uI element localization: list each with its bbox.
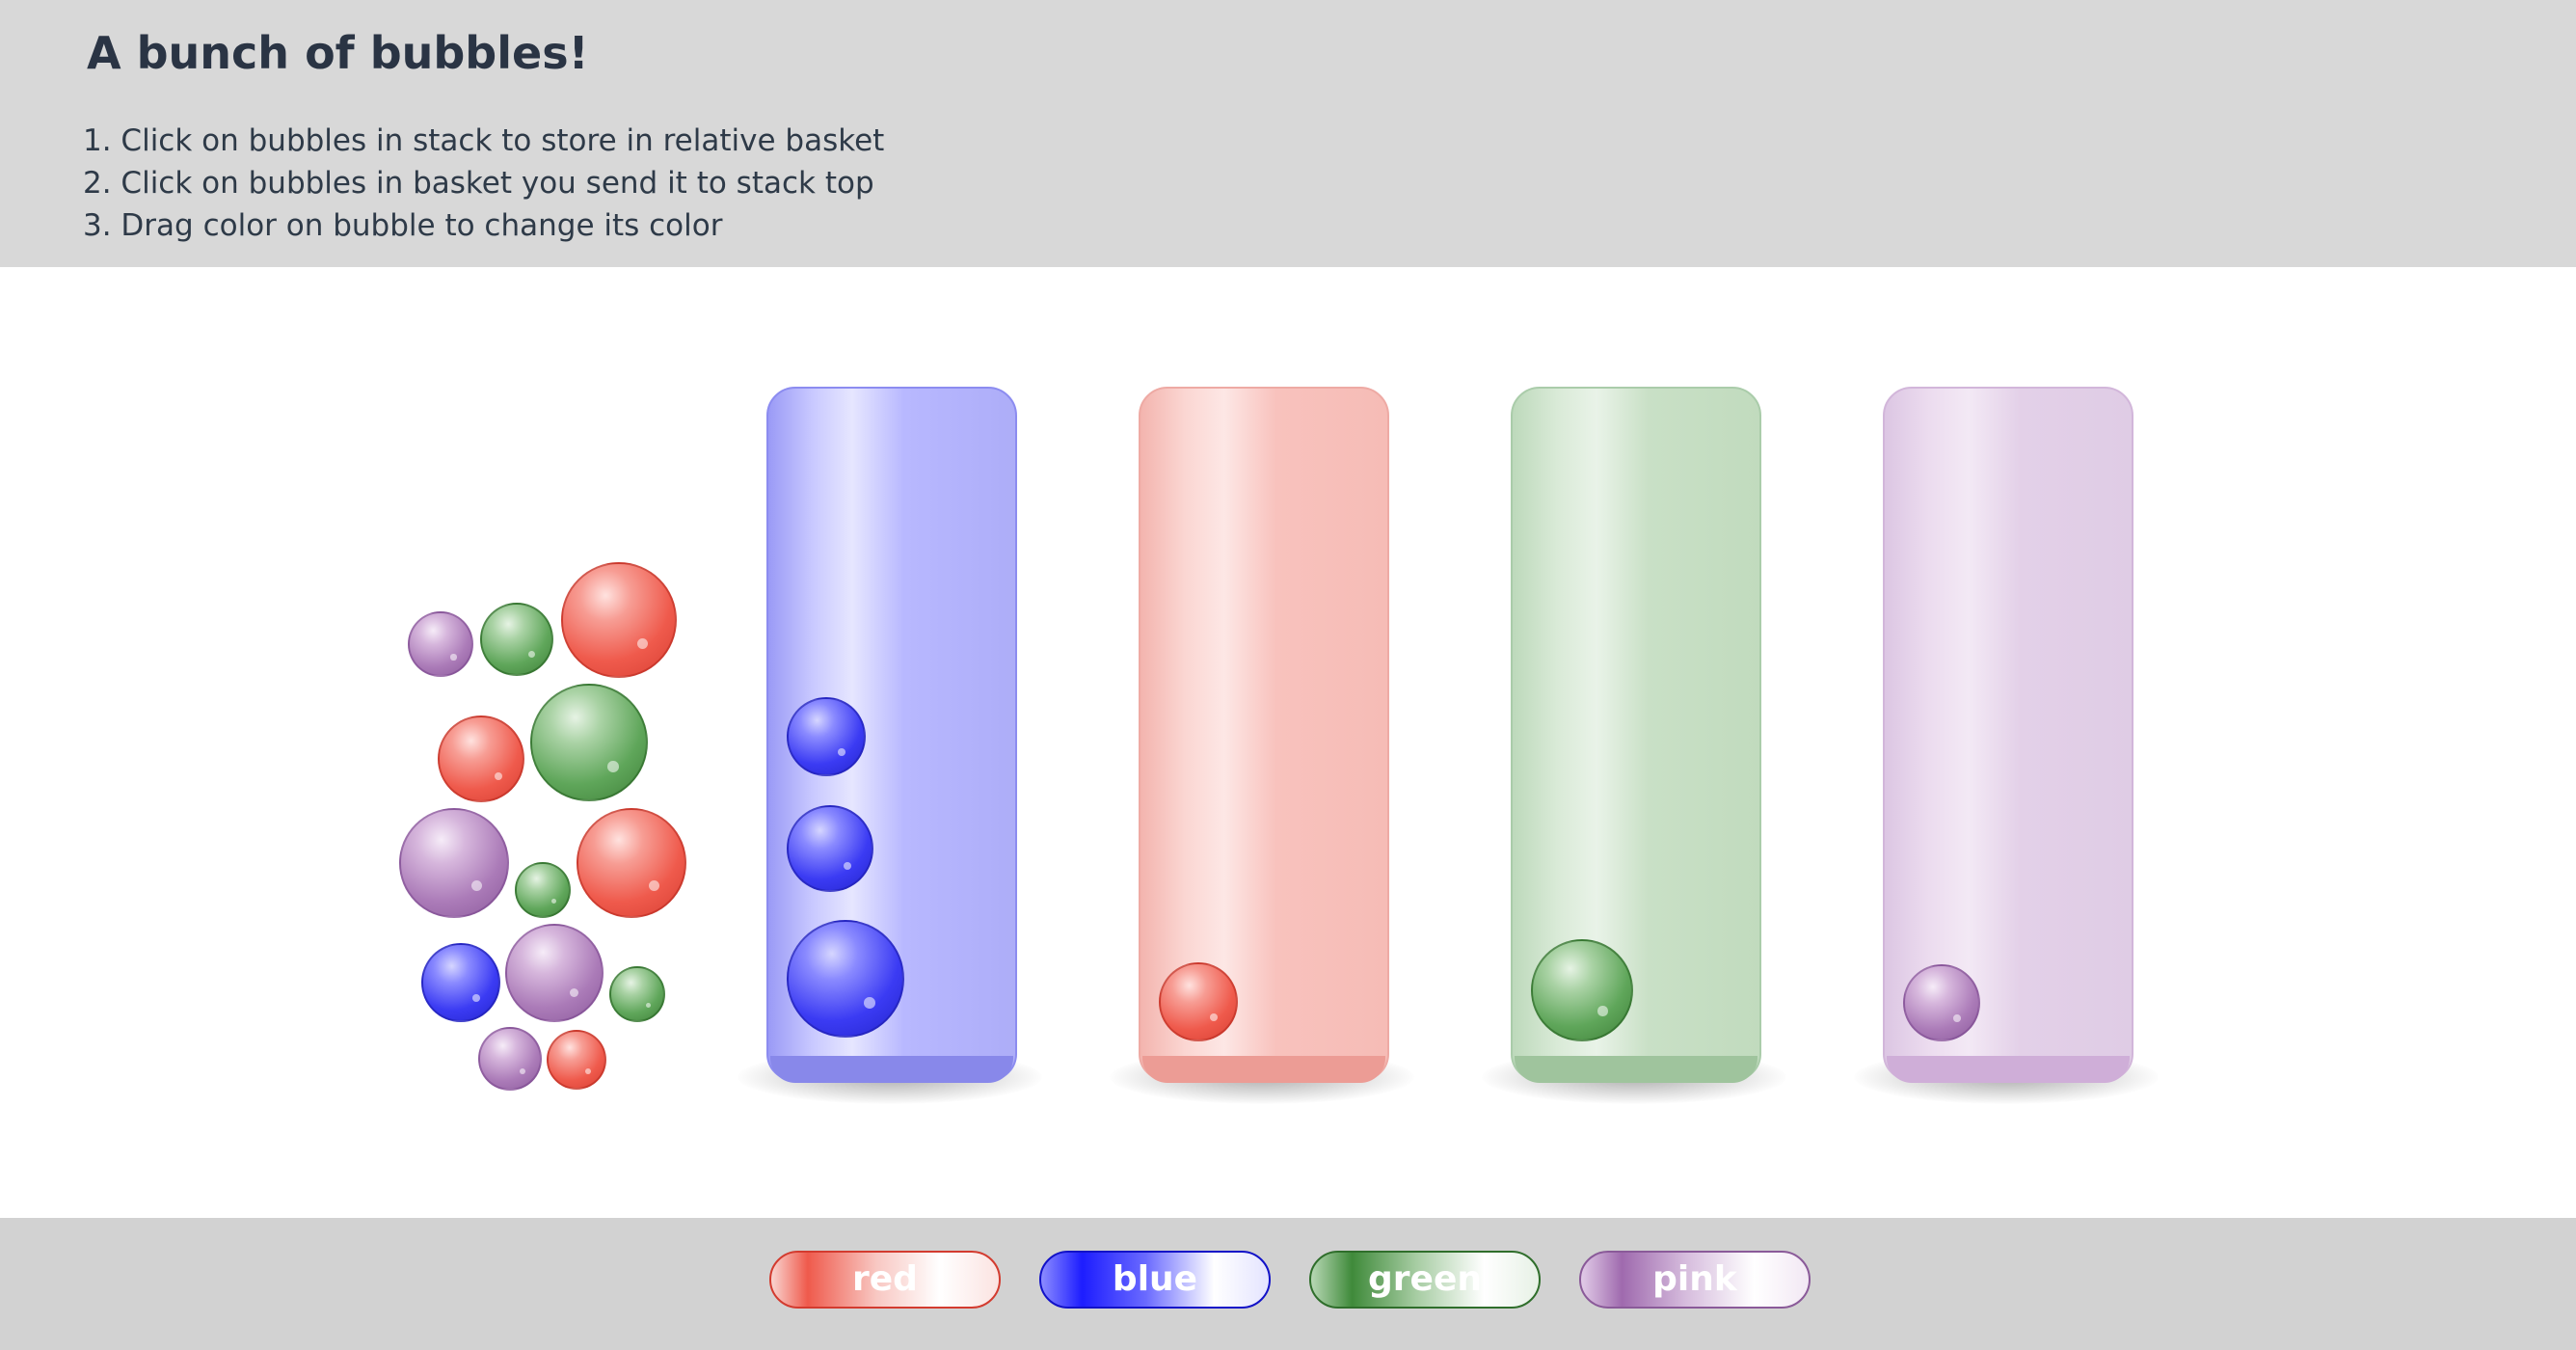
instruction-item: 1. Click on bubbles in stack to store in… xyxy=(83,123,885,158)
color-swatch-red[interactable]: red xyxy=(769,1251,1001,1309)
basket-bubble-green[interactable] xyxy=(1531,939,1633,1041)
header: A bunch of bubbles! 1. Click on bubbles … xyxy=(0,0,2576,267)
basket-base xyxy=(770,1056,1013,1083)
stack-bubble-red[interactable] xyxy=(547,1030,606,1090)
stack-bubble-blue[interactable] xyxy=(421,943,500,1022)
stack-bubble-red[interactable] xyxy=(438,716,524,802)
basket-bubble-blue[interactable] xyxy=(787,920,904,1038)
stack-bubble-pink[interactable] xyxy=(505,924,604,1022)
basket-bubble-pink[interactable] xyxy=(1903,964,1980,1041)
basket-bubble-red[interactable] xyxy=(1159,962,1238,1041)
basket-pink[interactable] xyxy=(1883,387,2133,1083)
stack-bubble-pink[interactable] xyxy=(399,808,509,918)
stack-bubble-green[interactable] xyxy=(480,603,553,676)
basket-green[interactable] xyxy=(1511,387,1761,1083)
color-swatch-green[interactable]: green xyxy=(1309,1251,1541,1309)
instruction-item: 2. Click on bubbles in basket you send i… xyxy=(83,166,874,201)
instruction-item: 3. Drag color on bubble to change its co… xyxy=(83,208,723,243)
basket-base xyxy=(1515,1056,1758,1083)
stack-bubble-pink[interactable] xyxy=(408,611,473,677)
color-swatch-blue[interactable]: blue xyxy=(1039,1251,1271,1309)
stack-bubble-green[interactable] xyxy=(530,684,648,801)
stack-bubble-red[interactable] xyxy=(561,562,677,678)
stack-bubble-red[interactable] xyxy=(577,808,686,918)
basket-base xyxy=(1887,1056,2130,1083)
bubble-stage xyxy=(0,267,2576,1218)
basket-blue[interactable] xyxy=(766,387,1017,1083)
stack-bubble-green[interactable] xyxy=(515,862,571,918)
basket-bubble-blue[interactable] xyxy=(787,697,866,776)
page-title: A bunch of bubbles! xyxy=(87,27,589,79)
basket-red[interactable] xyxy=(1139,387,1389,1083)
color-swatch-pink[interactable]: pink xyxy=(1579,1251,1811,1309)
basket-base xyxy=(1142,1056,1385,1083)
stack-bubble-green[interactable] xyxy=(609,966,665,1022)
color-palette: red blue green pink xyxy=(0,1218,2576,1350)
instructions-list: 1. Click on bubbles in stack to store in… xyxy=(83,120,884,247)
stack-bubble-pink[interactable] xyxy=(478,1027,542,1091)
basket-bubble-blue[interactable] xyxy=(787,805,873,892)
